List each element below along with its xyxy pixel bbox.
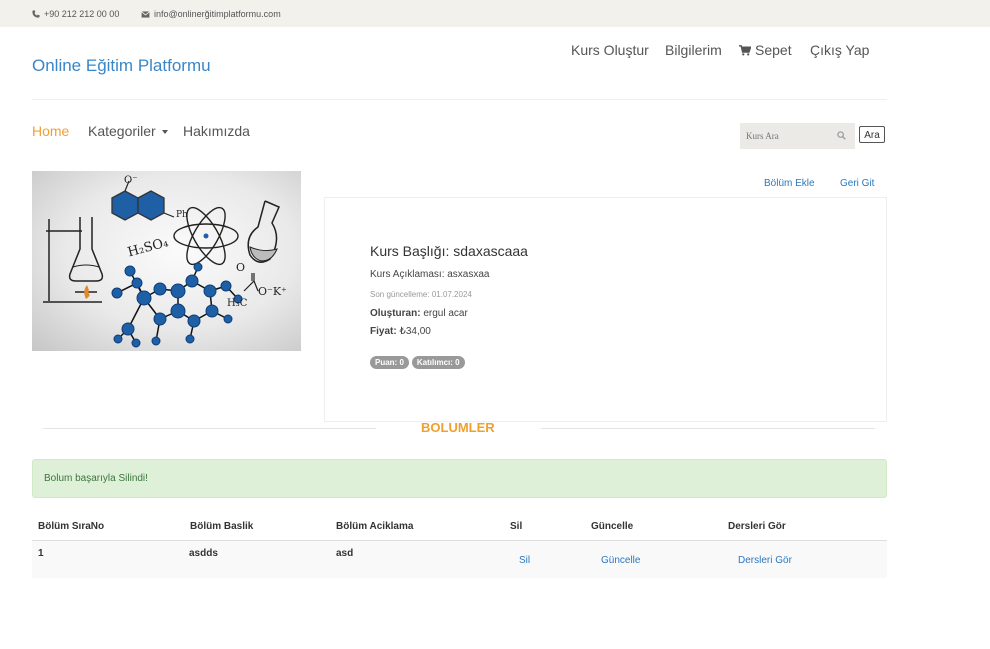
table-header-title: Bölüm Baslik <box>190 521 254 532</box>
course-badges: Puan: 0 Katılımcı: 0 <box>370 356 465 369</box>
creator-label: Oluşturan: <box>370 308 421 319</box>
nav-home[interactable]: Home <box>32 123 69 139</box>
nav-categories-dropdown[interactable]: Kategoriler <box>88 123 168 139</box>
nav-logout[interactable]: Çıkış Yap <box>810 42 869 58</box>
back-link[interactable]: Geri Git <box>840 178 874 189</box>
nav-cart-label: Sepet <box>755 42 792 58</box>
benzene-ring-drawing <box>111 190 165 221</box>
course-creator: Oluşturan: ergul acar <box>370 308 468 319</box>
section-divider-left <box>43 428 376 429</box>
nav-about[interactable]: Hakımızda <box>183 123 250 139</box>
nav-cart[interactable]: Sepet <box>739 42 792 58</box>
course-description: Kurs Açıklaması: asxasxaa <box>370 269 490 280</box>
illustration-ph: Ph <box>176 210 188 220</box>
course-info-card: Kurs Başlığı: sdaxascaaa Kurs Açıklaması… <box>324 197 887 422</box>
search-button[interactable]: Ara <box>859 126 885 143</box>
cart-icon <box>739 44 751 55</box>
rating-badge: Puan: 0 <box>370 356 409 369</box>
table-header-description: Bölüm Aciklama <box>336 521 414 532</box>
table-header-lessons: Dersleri Gör <box>728 521 786 532</box>
caret-down-icon <box>161 130 168 134</box>
molecule-atoms <box>111 262 243 348</box>
view-lessons-link[interactable]: Dersleri Gör <box>738 555 792 566</box>
table-header-no: Bölüm SıraNo <box>38 521 105 532</box>
illustration-o-top: O⁻ <box>124 175 137 186</box>
table-header-delete: Sil <box>510 521 523 532</box>
price-label: Fiyat: <box>370 326 397 337</box>
nav-create-course[interactable]: Kurs Oluştur <box>571 42 649 58</box>
search-box <box>740 123 855 149</box>
price-value: ₺34,00 <box>399 326 431 337</box>
table-header-update: Güncelle <box>591 521 634 532</box>
header-divider <box>32 99 887 100</box>
add-section-link[interactable]: Bölüm Ekle <box>764 178 815 189</box>
cell-title: asdds <box>189 548 218 559</box>
illustration-h2so4: H₂SO₄ <box>126 235 170 260</box>
course-title: Kurs Başlığı: sdaxascaaa <box>370 243 528 259</box>
nav-categories-label: Kategoriler <box>88 123 156 139</box>
search-icon[interactable] <box>837 131 846 140</box>
email-contact: info@onlinerğitimplatformu.com <box>141 9 281 19</box>
participants-badge: Katılımcı: 0 <box>411 356 465 369</box>
sections-heading: BOLUMLER <box>421 420 495 435</box>
delete-link[interactable]: Sil <box>519 555 530 566</box>
course-updated: Son güncelleme: 01.07.2024 <box>370 290 472 299</box>
creator-name: ergul acar <box>423 308 468 319</box>
envelope-icon <box>141 10 150 18</box>
success-alert: Bolum başarıyla Silindi! <box>32 459 887 498</box>
lab-stand-drawing <box>43 217 104 303</box>
brand-logo-link[interactable]: Online Eğitim Platformu <box>32 56 211 76</box>
carbonyl-bond-drawing <box>243 273 259 292</box>
bond-line <box>163 212 175 218</box>
phone-icon <box>32 10 40 18</box>
email-address: info@onlinerğitimplatformu.com <box>154 9 281 19</box>
course-price: Fiyat: ₺34,00 <box>370 326 431 337</box>
cell-no: 1 <box>38 548 44 559</box>
illustration-ok: O⁻K⁺ <box>258 285 287 298</box>
cell-description: asd <box>336 548 354 559</box>
section-divider-right <box>541 428 875 429</box>
illustration-oxygen: O <box>236 261 245 274</box>
chemistry-illustration: H₂SO₄ Ph H₃C O O⁻ O⁻K⁺ <box>43 175 287 348</box>
illustration-h3c: H₃C <box>227 298 248 309</box>
top-contact-bar: +90 212 212 00 00 info@onlinerğitimplatf… <box>0 0 990 27</box>
phone-contact: +90 212 212 00 00 <box>32 9 119 19</box>
success-alert-text: Bolum başarıyla Silindi! <box>44 473 148 484</box>
update-link[interactable]: Güncelle <box>601 555 640 566</box>
atom-nucleus <box>203 233 209 239</box>
phone-number: +90 212 212 00 00 <box>44 9 120 19</box>
search-input[interactable] <box>746 128 826 144</box>
course-image: H₂SO₄ Ph H₃C O O⁻ O⁻K⁺ <box>32 171 301 351</box>
nav-my-info[interactable]: Bilgilerim <box>665 42 722 58</box>
